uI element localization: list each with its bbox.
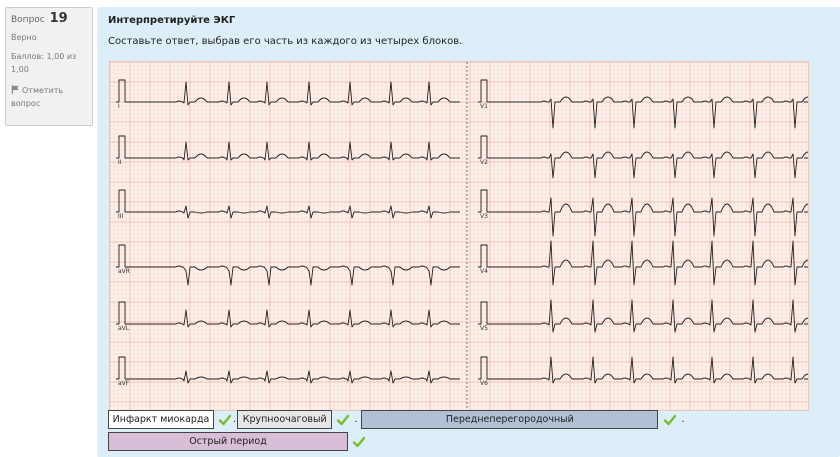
ecg-lead-trace bbox=[478, 299, 808, 333]
ecg-lead-trace bbox=[116, 135, 460, 161]
answer-select-period[interactable]: Острый период bbox=[108, 432, 348, 451]
ecg-lead-label: aVR bbox=[118, 268, 130, 275]
answer-select-size[interactable]: Крупноочаговый bbox=[237, 410, 333, 429]
separator-dot: . bbox=[354, 414, 358, 425]
ecg-lead-trace bbox=[116, 79, 460, 106]
question-state: Верно bbox=[11, 33, 37, 42]
check-icon bbox=[664, 414, 677, 425]
ecg-lead-label: aVF bbox=[118, 380, 130, 387]
ecg-lead-label: V3 bbox=[480, 213, 488, 220]
ecg-lead-label: V4 bbox=[480, 268, 488, 275]
question-content: Интерпретируйте ЭКГ Составьте ответ, выб… bbox=[97, 7, 840, 457]
question-text: Составьте ответ, выбрав его часть из каж… bbox=[108, 36, 463, 47]
ecg-lead-label: V1 bbox=[480, 103, 488, 110]
flag-icon bbox=[11, 85, 19, 94]
ecg-lead-label: V5 bbox=[480, 325, 488, 332]
ecg-lead-trace bbox=[478, 79, 808, 129]
question-grade: Баллов: 1,00 из 1,00 bbox=[11, 52, 77, 74]
separator-dot: . bbox=[233, 414, 237, 425]
ecg-lead-label: I bbox=[118, 103, 120, 110]
ecg-lead-trace bbox=[478, 189, 808, 237]
question-label: Вопрос bbox=[11, 15, 45, 25]
answer-row-2: Острый период bbox=[108, 432, 366, 451]
answer-select-diagnosis[interactable]: Инфаркт миокарда bbox=[108, 410, 214, 429]
answer-row-1: Инфаркт миокарда . Крупноочаговый . Пере… bbox=[108, 410, 689, 429]
question-info-panel: Вопрос 19 Верно Баллов: 1,00 из 1,00 Отм… bbox=[5, 7, 93, 126]
question-number: 19 bbox=[49, 11, 68, 26]
question-number-line: Вопрос 19 bbox=[11, 11, 87, 28]
check-icon bbox=[336, 414, 350, 425]
ecg-tracing: I V1 II V2 III V3 aVR V4 aVL V5 aVF V6 bbox=[110, 62, 808, 410]
check-icon bbox=[218, 414, 232, 425]
ecg-image: I V1 II V2 III V3 aVR V4 aVL V5 aVF V6 bbox=[109, 61, 809, 411]
ecg-lead-label: III bbox=[118, 213, 124, 220]
ecg-lead-label: V2 bbox=[480, 159, 488, 166]
ecg-lead-label: V6 bbox=[480, 380, 488, 387]
ecg-lead-label: II bbox=[118, 159, 122, 166]
ecg-lead-trace bbox=[478, 240, 808, 286]
flag-question-link[interactable]: Отметить вопрос bbox=[11, 84, 87, 110]
question-title: Интерпретируйте ЭКГ bbox=[108, 15, 236, 26]
check-icon bbox=[352, 436, 366, 447]
answer-select-location[interactable]: Переднеперегородочный bbox=[361, 410, 659, 429]
ecg-lead-trace bbox=[116, 244, 460, 286]
separator-dot: . bbox=[681, 414, 685, 425]
ecg-lead-label: aVL bbox=[118, 325, 130, 332]
